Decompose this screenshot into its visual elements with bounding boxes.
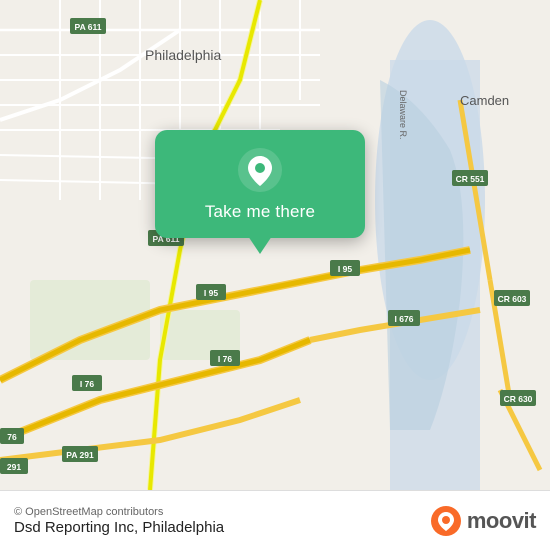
moovit-pin-icon <box>431 506 461 536</box>
take-me-there-button[interactable]: Take me there <box>205 202 315 222</box>
location-pin-icon <box>238 148 282 192</box>
svg-text:I 95: I 95 <box>204 288 218 298</box>
osm-attribution: © OpenStreetMap contributors <box>14 506 224 518</box>
svg-text:CR 630: CR 630 <box>504 394 533 404</box>
svg-text:PA 291: PA 291 <box>66 450 94 460</box>
svg-text:CR 551: CR 551 <box>456 174 485 184</box>
svg-text:76: 76 <box>7 432 17 442</box>
map-roads: Delaware R. PA 611 PA 611 I 95 I 95 I 76… <box>0 0 550 490</box>
map-container: Delaware R. PA 611 PA 611 I 95 I 95 I 76… <box>0 0 550 490</box>
svg-text:291: 291 <box>7 462 21 472</box>
bottom-left-info: © OpenStreetMap contributors Dsd Reporti… <box>14 506 224 536</box>
location-popup: Take me there <box>155 130 365 238</box>
svg-text:I 95: I 95 <box>338 264 352 274</box>
svg-text:CR 603: CR 603 <box>498 294 527 304</box>
bottom-bar: © OpenStreetMap contributors Dsd Reporti… <box>0 490 550 550</box>
moovit-brand-text: moovit <box>467 508 536 534</box>
svg-text:Philadelphia: Philadelphia <box>145 47 221 63</box>
svg-text:Camden: Camden <box>460 93 509 108</box>
svg-text:I 676: I 676 <box>395 314 414 324</box>
svg-text:I 76: I 76 <box>80 379 94 389</box>
svg-text:PA 611: PA 611 <box>75 22 102 32</box>
svg-text:Delaware R.: Delaware R. <box>398 90 408 140</box>
svg-text:I 76: I 76 <box>218 354 232 364</box>
moovit-logo: moovit <box>431 506 536 536</box>
location-name: Dsd Reporting Inc, Philadelphia <box>14 519 224 536</box>
